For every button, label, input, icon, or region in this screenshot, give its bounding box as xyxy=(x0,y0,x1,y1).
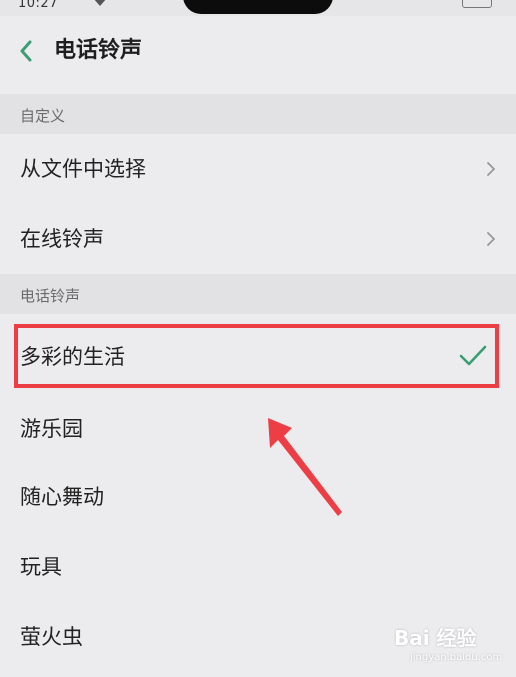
list-item-label: 从文件中选择 xyxy=(20,157,146,181)
chevron-right-icon xyxy=(487,162,496,176)
watermark-url: jingyan.baidu.com xyxy=(410,652,503,663)
battery-icon xyxy=(462,0,492,8)
watermark-brand: Bai 经验 xyxy=(394,626,477,650)
list-item-label: 萤火虫 xyxy=(20,625,83,649)
list-item-choose-from-file[interactable]: 从文件中选择 xyxy=(0,134,516,204)
list-item-label: 玩具 xyxy=(20,555,62,579)
annotation-arrow-icon xyxy=(268,418,342,516)
status-bar: 10:27 xyxy=(0,0,516,16)
list-item-label: 随心舞动 xyxy=(20,485,104,509)
list-item-label: 在线铃声 xyxy=(20,227,104,251)
section-header-ringtones: 电话铃声 xyxy=(0,274,516,314)
chevron-right-icon xyxy=(487,232,496,246)
section-header-custom: 自定义 xyxy=(0,94,516,134)
wifi-icon xyxy=(94,0,106,6)
camera-notch xyxy=(183,0,333,14)
list-item-online-ringtones[interactable]: 在线铃声 xyxy=(0,204,516,274)
list-item-label: 游乐园 xyxy=(20,417,83,441)
page-header: 电话铃声 xyxy=(0,16,516,94)
highlight-box xyxy=(14,324,499,388)
watermark: Bai 经验 jingyan.baidu.com xyxy=(394,618,512,672)
page-title: 电话铃声 xyxy=(54,38,143,63)
status-time: 10:27 xyxy=(18,0,58,11)
back-chevron-icon[interactable] xyxy=(14,34,38,68)
list-item-ringtone[interactable]: 玩具 xyxy=(0,532,516,602)
